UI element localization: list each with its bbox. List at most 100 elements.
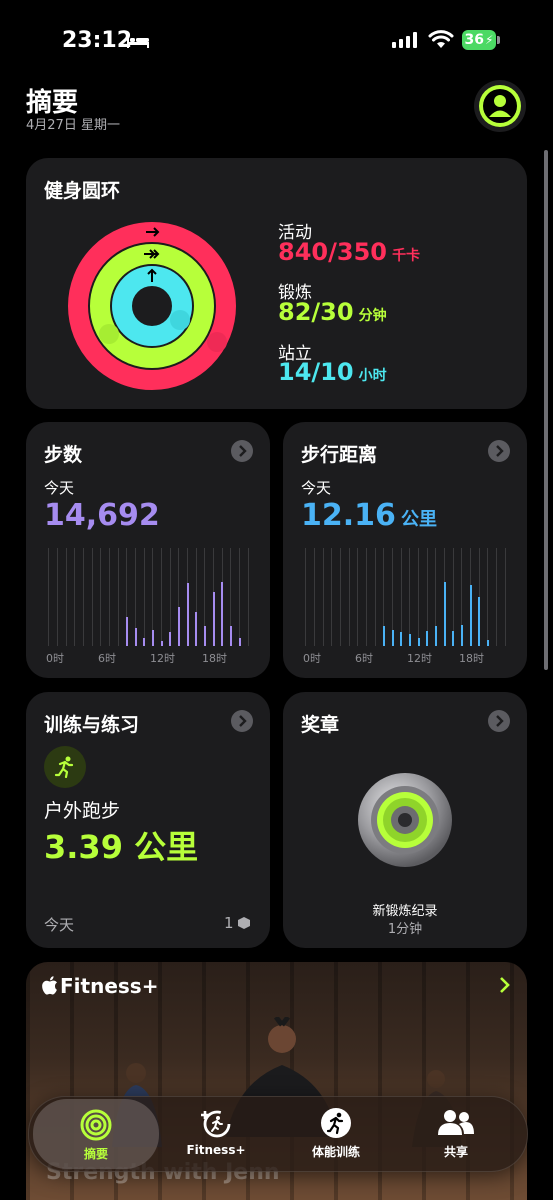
hour-bar [452, 631, 455, 646]
axis-tick-label: 18时 [459, 652, 484, 665]
axis-tick-label: 12时 [150, 652, 175, 665]
activity-rings [68, 222, 236, 390]
award-medal-icon [358, 773, 452, 867]
chevron-right-icon [496, 445, 504, 457]
hour-bar [391, 630, 394, 646]
distance-chart-axis: 0时 6时 12时 18时 [301, 650, 509, 666]
hour-gridline [65, 548, 67, 646]
steps-hourly-chart [44, 548, 252, 646]
hour-gridline [366, 548, 367, 646]
hour-bar [382, 626, 385, 646]
hour-bar [143, 638, 146, 646]
hour-gridline [100, 548, 102, 646]
hour-gridline [504, 548, 506, 646]
hour-gridline [487, 548, 489, 646]
distance-unit: 公里 [401, 509, 437, 530]
awards-card-title: 奖章 [301, 714, 340, 736]
running-icon [44, 746, 86, 788]
workout-count: 1 [224, 914, 234, 932]
distance-detail-button[interactable] [488, 440, 510, 462]
steps-value: 14,692 [44, 498, 160, 533]
battery-indicator: 36 ⚡ [462, 30, 496, 50]
tab-label: 共享 [443, 1145, 468, 1159]
profile-icon [479, 85, 521, 127]
hour-bar [434, 626, 437, 646]
awards-detail-button[interactable] [488, 710, 510, 732]
tab-summary[interactable]: 摘要 [33, 1099, 159, 1169]
axis-tick-label: 6时 [355, 652, 373, 665]
exercise-unit: 分钟 [358, 308, 387, 324]
workouts-card-title: 训练与练习 [44, 714, 140, 736]
sharing-icon [438, 1110, 474, 1135]
tab-label: Fitness+ [186, 1143, 246, 1157]
activity-rings-card[interactable]: 健身圆环 活动 840/350 千卡 锻炼 82/30 分钟 站立 14/10 … [26, 158, 527, 409]
page-date: 4月27日 星期一 [26, 118, 120, 133]
profile-avatar-button[interactable] [474, 80, 526, 132]
chevron-right-icon [239, 715, 247, 727]
scroll-indicator[interactable] [544, 150, 548, 670]
hour-bar [169, 632, 172, 646]
hour-bar [238, 638, 241, 646]
steps-period: 今天 [44, 479, 75, 497]
workout-stack-icon [237, 917, 250, 929]
distance-value: 12.16 [301, 498, 396, 533]
hour-gridline [340, 548, 341, 646]
hour-gridline [117, 548, 119, 646]
wifi-icon [428, 30, 454, 48]
status-time: 23:12 [62, 28, 133, 53]
steps-detail-button[interactable] [231, 440, 253, 462]
move-unit: 千卡 [392, 248, 421, 264]
tab-bar: 摘要 Fitness+ 体能训练 共享 [28, 1096, 528, 1172]
hour-gridline [48, 548, 50, 646]
tab-label: 摘要 [83, 1147, 108, 1161]
tab-label: 体能训练 [311, 1145, 360, 1159]
chevron-right-icon[interactable] [498, 976, 510, 994]
hour-gridline [418, 548, 419, 646]
tab-sharing[interactable]: 共享 [397, 1097, 515, 1167]
hour-gridline [109, 548, 110, 646]
hour-gridline [374, 548, 376, 646]
hour-gridline [305, 548, 307, 646]
hour-gridline [496, 548, 497, 646]
hour-gridline [239, 548, 240, 646]
axis-tick-label: 6时 [98, 652, 116, 665]
axis-tick-label: 0时 [46, 652, 64, 665]
tab-workouts[interactable]: 体能训练 [277, 1097, 395, 1167]
tab-fitness-plus[interactable]: Fitness+ [157, 1097, 275, 1167]
hour-bar [408, 634, 411, 646]
sleep-bed-icon [127, 35, 149, 48]
hour-bar [160, 641, 163, 646]
distance-period: 今天 [301, 479, 332, 497]
rings-card-title: 健身圆环 [44, 180, 121, 202]
workouts-card[interactable]: 训练与练习 户外跑步 3.39 公里 今天 1 [26, 692, 270, 948]
workouts-detail-button[interactable] [231, 710, 253, 732]
hour-bar [203, 626, 206, 646]
distance-card-title: 步行距离 [301, 444, 378, 466]
walking-distance-card[interactable]: 步行距离 今天 12.16 公里 0时 6时 12时 18时 [283, 422, 527, 678]
hour-bar [195, 611, 198, 646]
battery-level: 36 [464, 32, 485, 48]
battery-cap [497, 36, 500, 44]
distance-hourly-chart [301, 548, 509, 646]
workout-name: 户外跑步 [44, 800, 121, 822]
chevron-right-icon [496, 715, 504, 727]
running-icon [321, 1108, 351, 1138]
hour-gridline [357, 548, 359, 646]
rings-icon [80, 1109, 112, 1141]
apple-logo-icon [42, 976, 57, 995]
steps-card-title: 步数 [44, 444, 83, 466]
hour-gridline [331, 548, 333, 646]
axis-tick-label: 0时 [303, 652, 321, 665]
axis-tick-label: 18时 [202, 652, 227, 665]
hour-bar [186, 583, 189, 646]
awards-card[interactable]: 奖章 新锻炼纪录 1分钟 [283, 692, 527, 948]
hour-gridline [348, 548, 350, 646]
stand-unit: 小时 [358, 368, 387, 384]
hour-bar [469, 585, 472, 646]
steps-card[interactable]: 步数 今天 14,692 0时 6时 12时 18时 [26, 422, 270, 678]
hour-gridline [314, 548, 315, 646]
award-name: 新锻炼纪录 [372, 904, 438, 919]
axis-tick-label: 12时 [407, 652, 432, 665]
hour-bar [134, 628, 137, 646]
hour-bar [417, 638, 420, 646]
